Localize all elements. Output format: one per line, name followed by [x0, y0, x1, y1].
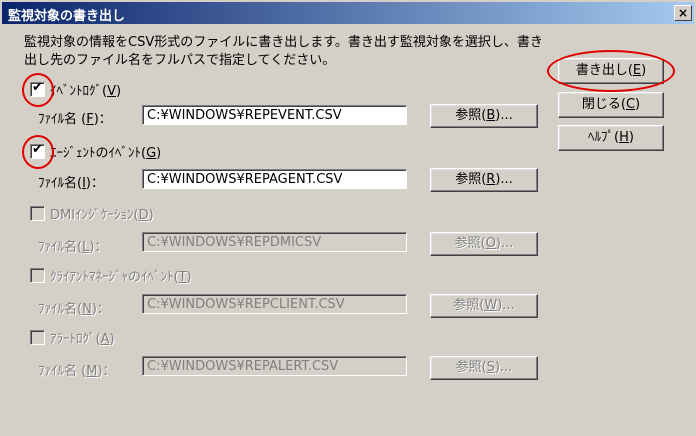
event-log-label: ｲﾍﾞﾝﾄﾛｸﾞ(V) [50, 83, 122, 99]
highlight-circle-export [547, 50, 675, 92]
help-button[interactable]: ﾍﾙﾌﾟ(H) [558, 125, 664, 151]
highlight-circle-event-log [22, 73, 54, 107]
client-file-label: ﾌｧｲﾙ名(N)： [38, 302, 110, 317]
client-manager-event-label: ｸﾗｲｱﾝﾄﾏﾈｰｼﾞｬのｲﾍﾞﾝﾄ(T) [50, 269, 192, 285]
dmi-indication-checkbox[interactable] [30, 205, 45, 221]
description-text: 監視対象の情報をCSV形式のファイルに書き出します。書き出す監視対象を選択し、書… [24, 35, 543, 68]
dmi-file-label: ﾌｧｲﾙ名(L)： [38, 240, 108, 255]
alert-log-checkbox[interactable] [30, 329, 45, 345]
event-log-file-label: ﾌｧｲﾙ名 (F)： [38, 112, 112, 127]
close-button[interactable]: 閉じる(C) [558, 92, 664, 118]
dmi-browse-button[interactable]: 参照(O)... [430, 232, 538, 256]
highlight-circle-agent-event [22, 135, 54, 169]
agent-event-file-label: ﾌｧｲﾙ名(I)： [38, 176, 104, 191]
close-window-button[interactable]: × [674, 5, 692, 21]
client-browse-button[interactable]: 参照(W)... [430, 294, 538, 318]
agent-event-label: ｴｰｼﾞｪﾝﾄのｲﾍﾞﾝﾄ(G) [50, 145, 162, 161]
dmi-indication-label: DMIｲﾝｼﾞｹｰｼｮﾝ(D) [50, 207, 154, 223]
alert-log-checkbox-row[interactable]: ｱﾗｰﾄﾛｸﾞ(A) [30, 328, 115, 347]
dmi-indication-checkbox-row[interactable]: DMIｲﾝｼﾞｹｰｼｮﾝ(D) [30, 204, 154, 223]
title-bar[interactable]: 監視対象の書き出し × [2, 2, 694, 24]
dmi-path-input[interactable]: C:¥WINDOWS¥REPDMICSV [142, 232, 407, 252]
alert-file-label: ﾌｧｲﾙ名 (M)： [38, 364, 116, 379]
event-log-browse-button[interactable]: 参照(B)... [430, 104, 538, 128]
agent-event-path-input[interactable]: C:¥WINDOWS¥REPAGENT.CSV [142, 169, 407, 189]
client-manager-event-checkbox-row[interactable]: ｸﾗｲｱﾝﾄﾏﾈｰｼﾞｬのｲﾍﾞﾝﾄ(T) [30, 266, 192, 285]
client-path-input[interactable]: C:¥WINDOWS¥REPCLIENT.CSV [142, 294, 407, 314]
client-manager-event-checkbox[interactable] [30, 267, 45, 283]
alert-log-label: ｱﾗｰﾄﾛｸﾞ(A) [50, 331, 115, 347]
alert-path-input[interactable]: C:¥WINDOWS¥REPALERT.CSV [142, 356, 407, 376]
window-title: 監視対象の書き出し [8, 9, 126, 24]
alert-browse-button[interactable]: 参照(S)... [430, 356, 538, 380]
agent-event-browse-button[interactable]: 参照(R)... [430, 168, 538, 192]
export-dialog: 監視対象の書き出し × 監視対象の情報をCSV形式のファイルに書き出します。書き… [0, 0, 696, 436]
event-log-path-input[interactable]: C:¥WINDOWS¥REPEVENT.CSV [142, 105, 407, 125]
